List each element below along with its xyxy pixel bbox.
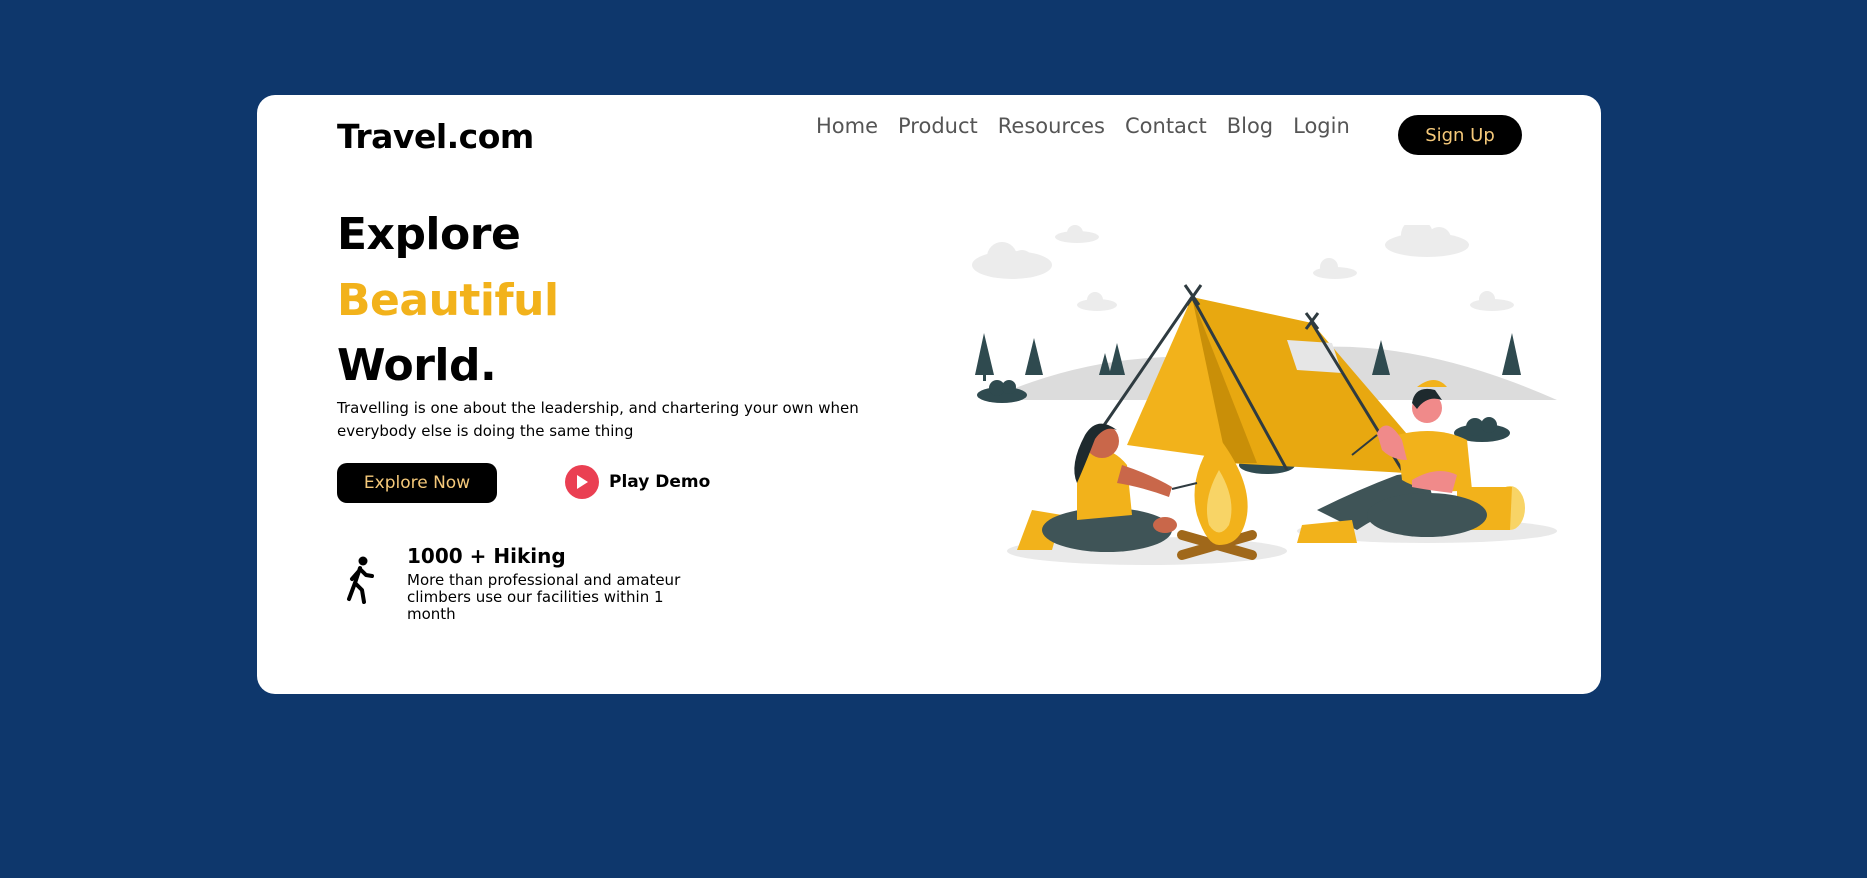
nav-home[interactable]: Home: [816, 114, 878, 138]
nav-resources[interactable]: Resources: [998, 114, 1105, 138]
hero-description: Travelling is one about the leadership, …: [337, 399, 859, 440]
hiking-stat-description: More than professional and amateur climb…: [407, 571, 681, 623]
hiking-stat-title: 1000 + Hiking: [407, 544, 566, 568]
nav-login[interactable]: Login: [1293, 114, 1350, 138]
site-logo[interactable]: Travel.com: [337, 117, 534, 156]
hero-card: Travel.com Home Product Resources Contac…: [257, 95, 1601, 694]
explore-now-button[interactable]: Explore Now: [337, 463, 497, 503]
hiking-person-icon: [347, 556, 374, 604]
camping-illustration: [972, 225, 1557, 565]
hero-title-beautiful: Beautiful: [337, 275, 559, 326]
play-demo-label: Play Demo: [609, 472, 711, 492]
nav-contact[interactable]: Contact: [1125, 114, 1207, 138]
play-demo-button[interactable]: Play Demo: [565, 465, 710, 499]
hero-title-world: World.: [337, 340, 497, 391]
nav-product[interactable]: Product: [898, 114, 978, 138]
nav-blog[interactable]: Blog: [1227, 114, 1273, 138]
play-icon: [565, 465, 599, 499]
sign-up-button[interactable]: Sign Up: [1398, 115, 1522, 155]
hero-title-explore: Explore: [337, 209, 521, 260]
main-nav: Home Product Resources Contact Blog Logi…: [816, 114, 1350, 138]
